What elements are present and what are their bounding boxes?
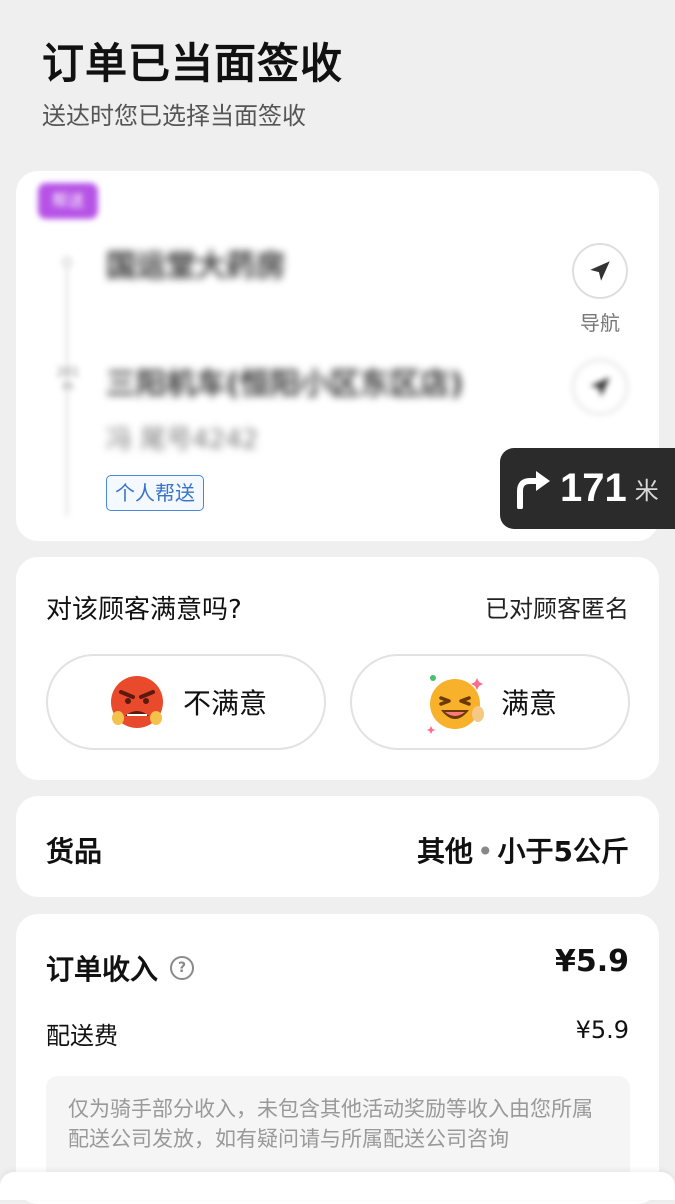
dissatisfied-label: 不满意: [182, 687, 267, 720]
distance-value: 171: [560, 466, 627, 510]
pickup-navigation-button[interactable]: [572, 243, 628, 299]
satisfaction-card: 对该顾客满意吗? 已对顾客匿名 不满意 满意: [16, 557, 659, 780]
distance-overlay: 171 米: [500, 448, 675, 529]
route-timeline-dot: [62, 257, 72, 267]
pickup-name: 国运堂大药房: [106, 249, 286, 284]
goods-weight: 小于5公斤: [497, 835, 629, 868]
satisfied-label: 满意: [500, 687, 557, 720]
goods-label: 货品: [46, 835, 103, 868]
dissatisfied-button[interactable]: 不满意: [46, 654, 326, 750]
navigation-arrow-icon: [590, 377, 610, 397]
happy-face-emoji-icon: [426, 675, 484, 734]
goods-card: 货品 其他 • 小于5公斤: [16, 796, 659, 897]
route-distance-label: 201 m: [56, 365, 80, 393]
income-title: 订单收入: [46, 953, 159, 986]
order-type-tag: 帮送: [38, 183, 98, 219]
income-card: 订单收入 ? ¥5.9 配送费 ¥5.9 仅为骑手部分收入，未包含其他活动奖励等…: [16, 914, 659, 1204]
angry-face-emoji-icon: [110, 676, 163, 728]
delivery-fee-label: 配送费: [46, 1022, 118, 1050]
goods-separator: •: [477, 835, 494, 868]
satisfaction-question: 对该顾客满意吗?: [46, 595, 242, 625]
dropoff-navigation-button[interactable]: [572, 359, 628, 415]
goods-value: 其他 • 小于5公斤: [417, 830, 629, 870]
delivery-fee-amount: ¥5.9: [575, 1016, 629, 1044]
dropoff-name: 三阳机车(恒阳小区东区店): [106, 367, 464, 402]
page-subtitle: 送达时您已选择当面签收: [42, 102, 306, 130]
income-title-row: 订单收入 ?: [46, 948, 195, 988]
goods-category: 其他: [416, 835, 473, 868]
distance-unit: 米: [634, 477, 659, 505]
navigation-arrow-icon: [590, 261, 610, 281]
anonymous-note: 已对顾客匿名: [485, 595, 629, 623]
turn-right-arrow-icon: [517, 470, 550, 509]
personal-delivery-tag: 个人帮送: [106, 475, 204, 511]
bottom-action-bar: [0, 1172, 675, 1200]
question-mark-circle-icon[interactable]: ?: [170, 956, 195, 980]
income-amount: ¥5.9: [554, 944, 629, 979]
dropoff-contact: 冯 尾号4242: [106, 425, 259, 455]
page-title: 订单已当面签收: [42, 39, 344, 88]
satisfied-button[interactable]: 满意: [350, 654, 630, 750]
pickup-navigation-label: 导航: [580, 311, 620, 335]
